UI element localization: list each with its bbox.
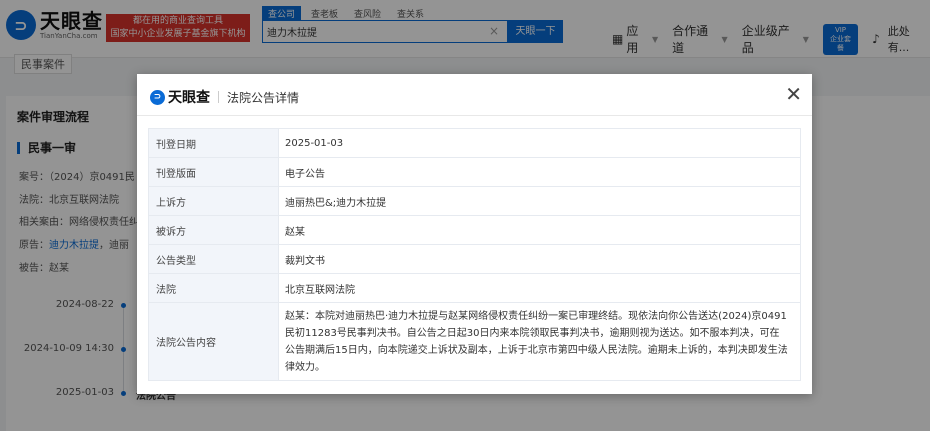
announcement-modal: ⊃ 天眼查 法院公告详情 ✕ 刊登日期 2025-01-03 刊登版面 电子公告… [137, 74, 812, 394]
table-row: 刊登日期 2025-01-03 [148, 128, 801, 158]
table-row: 公告类型 裁判文书 [148, 244, 801, 274]
close-icon[interactable]: ✕ [785, 84, 802, 104]
row-label: 法院公告内容 [148, 302, 279, 381]
row-value: 电子公告 [278, 157, 801, 187]
row-value: 裁判文书 [278, 244, 801, 274]
modal-logo-text: 天眼查 [168, 90, 210, 106]
announcement-detail-table: 刊登日期 2025-01-03 刊登版面 电子公告 上诉方 迪丽热巴&;迪力木拉… [148, 128, 801, 381]
row-label: 上诉方 [148, 186, 279, 216]
modal-header: ⊃ 天眼查 法院公告详情 ✕ [137, 74, 812, 116]
modal-logo-row: ⊃ 天眼查 法院公告详情 [150, 87, 299, 107]
table-row: 被诉方 赵某 [148, 215, 801, 245]
table-row: 刊登版面 电子公告 [148, 157, 801, 187]
row-value: 迪丽热巴&;迪力木拉提 [278, 186, 801, 216]
row-label: 公告类型 [148, 244, 279, 274]
modal-title: 法院公告详情 [227, 90, 300, 105]
row-label: 被诉方 [148, 215, 279, 245]
divider [218, 91, 219, 103]
row-value: 赵某 [278, 215, 801, 245]
table-row: 上诉方 迪丽热巴&;迪力木拉提 [148, 186, 801, 216]
table-row: 法院 北京互联网法院 [148, 273, 801, 303]
table-row: 法院公告内容 赵某：本院对迪丽热巴·迪力木拉提与赵某网络侵权责任纠纷一案已审理终… [148, 302, 801, 381]
row-label: 刊登版面 [148, 157, 279, 187]
row-value: 北京互联网法院 [278, 273, 801, 303]
row-label: 法院 [148, 273, 279, 303]
logo-mark-icon: ⊃ [150, 89, 165, 105]
announcement-content: 赵某：本院对迪丽热巴·迪力木拉提与赵某网络侵权责任纠纷一案已审理终结。现依法向你… [278, 302, 801, 381]
row-label: 刊登日期 [148, 128, 279, 158]
row-value: 2025-01-03 [278, 128, 801, 158]
